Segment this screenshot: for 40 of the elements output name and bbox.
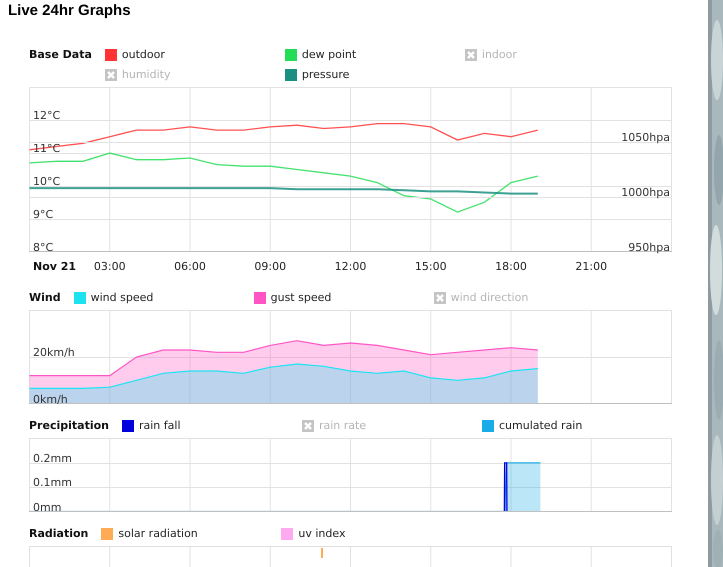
- axis-label: 18:00: [495, 260, 527, 273]
- hidden-series-icon: [464, 49, 477, 61]
- legend-item[interactable]: solar radiation: [101, 524, 198, 544]
- legend-title: Precipitation: [29, 418, 109, 434]
- axis-label: 0km/h: [33, 393, 68, 404]
- axis-label: 20km/h: [33, 346, 75, 359]
- hidden-series-icon: [104, 69, 117, 81]
- axis-label: 1000hpa: [621, 186, 670, 199]
- legend-item[interactable]: rain fall: [122, 416, 180, 436]
- axis-label: Nov 21: [33, 260, 76, 273]
- legend-title: Wind: [29, 290, 61, 306]
- axis-label: 950hpa: [628, 241, 670, 254]
- axis-label: 0mm: [33, 501, 62, 512]
- axis-label: 03:00: [94, 260, 126, 273]
- axis-label: 21:00: [575, 260, 608, 273]
- axis-label: 09:00: [254, 260, 286, 273]
- axis-label: 06:00: [174, 260, 206, 273]
- axis-label: 15:00: [414, 260, 447, 273]
- axis-label: 0.1mm: [33, 476, 72, 489]
- legend-item[interactable]: dew point: [284, 45, 356, 65]
- legend-title: Radiation: [29, 526, 88, 542]
- solar-radiation-mark: [321, 548, 323, 558]
- axis-label: 10°C: [33, 175, 60, 188]
- legend-item[interactable]: pressure: [284, 65, 350, 85]
- legend-item[interactable]: gust speed: [254, 288, 332, 308]
- axis-label: 8°C: [33, 241, 54, 254]
- axis-label: 0.2mm: [33, 452, 72, 465]
- axis-label: 12:00: [334, 260, 366, 273]
- axis-label: 12°C: [33, 109, 60, 122]
- page-title: Live 24hr Graphs: [7, 1, 132, 20]
- first-series-area: [504, 462, 508, 512]
- axis-label: 1050hpa: [621, 131, 670, 144]
- hidden-series-icon: [434, 292, 446, 304]
- legend-item[interactable]: uv index: [281, 524, 346, 544]
- legend-item[interactable]: cumulated rain: [482, 416, 582, 436]
- axis-label: 9°C: [33, 208, 54, 221]
- legend-item[interactable]: wind speed: [74, 288, 154, 308]
- hidden-series-icon: [302, 420, 314, 432]
- legend-title: Base Data: [29, 47, 92, 63]
- legend-item[interactable]: outdoor: [104, 45, 165, 65]
